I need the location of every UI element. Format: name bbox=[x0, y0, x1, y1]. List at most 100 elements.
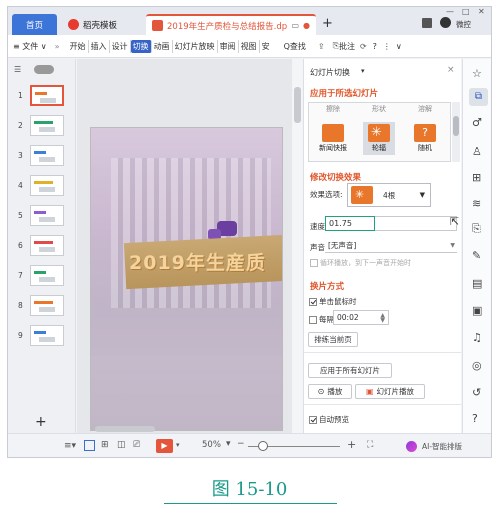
zoom-out-button[interactable]: − bbox=[237, 439, 245, 449]
more-options-icon[interactable]: ⋮ bbox=[383, 42, 391, 51]
help-button[interactable]: ? bbox=[373, 42, 377, 51]
rehearse-button[interactable]: 排练当前页 bbox=[308, 332, 358, 347]
effect-random[interactable]: ? 随机 bbox=[409, 124, 441, 153]
add-slide-button[interactable]: + bbox=[35, 414, 47, 430]
slide-thumbnail[interactable] bbox=[30, 145, 64, 166]
audio-icon[interactable]: ♫ bbox=[472, 331, 482, 344]
tab-home[interactable]: 首页 bbox=[12, 14, 57, 35]
thumbnail-view-icon[interactable] bbox=[34, 65, 54, 74]
design-icon[interactable]: ♙ bbox=[472, 145, 482, 158]
transition-icon[interactable]: ⧉ bbox=[469, 88, 488, 106]
menu-security[interactable]: 安 bbox=[260, 40, 272, 53]
sorter-view-icon[interactable]: ⊞ bbox=[101, 440, 109, 450]
slide-thumbnail[interactable] bbox=[30, 175, 64, 196]
gallery-scrollbar[interactable] bbox=[452, 102, 460, 162]
every-time-input[interactable]: 00:02 ▲ ▼ bbox=[333, 310, 389, 325]
effect-wipe-label[interactable]: 擦除 bbox=[317, 104, 349, 114]
effect-option-select[interactable]: ✳ 4根 ▼ bbox=[347, 183, 431, 207]
user-name[interactable]: 微控 bbox=[456, 19, 471, 30]
history-icon[interactable]: ↺ bbox=[472, 386, 481, 399]
ai-layout-button[interactable]: AI-智能排版 bbox=[422, 441, 462, 452]
menu-slideshow[interactable]: 幻灯片放映 bbox=[173, 39, 218, 53]
panel-close-icon[interactable]: × bbox=[447, 65, 455, 75]
autopreview-option[interactable]: 自动预览 bbox=[309, 414, 349, 425]
clipboard-icon[interactable]: ⎘ bbox=[472, 222, 481, 236]
image-icon[interactable]: ▣ bbox=[472, 304, 482, 317]
notes-view-icon[interactable]: ≡▾ bbox=[64, 441, 76, 451]
apply-all-button[interactable]: 应用于所有幻灯片 bbox=[308, 363, 392, 378]
sync-icon[interactable]: ⟳ bbox=[360, 42, 367, 51]
zoom-level[interactable]: 50% bbox=[202, 440, 221, 450]
menu-transition[interactable]: 切换 bbox=[130, 39, 152, 53]
speed-field-rest[interactable] bbox=[375, 216, 457, 231]
slide-thumbnail[interactable] bbox=[30, 85, 64, 106]
layout-icon[interactable] bbox=[422, 18, 432, 28]
file-menu[interactable]: ≡ 文件 ∨ bbox=[13, 41, 47, 52]
on-click-option[interactable]: 单击鼠标时 bbox=[309, 296, 357, 307]
speed-input[interactable]: 01.75 bbox=[325, 216, 375, 231]
menu-start[interactable]: 开始 bbox=[68, 39, 89, 53]
slide-thumbnail[interactable] bbox=[30, 235, 64, 256]
more-menu[interactable]: » bbox=[55, 42, 60, 51]
menu-animation[interactable]: 动画 bbox=[152, 39, 173, 53]
zoom-slider-handle[interactable] bbox=[258, 441, 268, 451]
every-checkbox[interactable] bbox=[309, 316, 317, 324]
reading-view-icon[interactable]: ◫ bbox=[117, 440, 126, 450]
horizontal-scrollbar[interactable] bbox=[95, 426, 155, 432]
animation-icon[interactable]: ♂ bbox=[472, 116, 482, 129]
edit-icon[interactable]: ✎ bbox=[472, 249, 481, 262]
slide-thumbnail-pane: ☰ 1 2 3 4 5 6 7 8 9 + bbox=[8, 59, 76, 433]
slide-thumbnail[interactable] bbox=[30, 265, 64, 286]
share-icon[interactable]: ⇪ bbox=[318, 42, 325, 51]
zoom-dropdown-icon[interactable]: ▾ bbox=[226, 439, 231, 449]
slide-thumbnail[interactable] bbox=[30, 295, 64, 316]
collapse-icon[interactable]: ∨ bbox=[396, 42, 402, 51]
slide-thumbnail[interactable] bbox=[30, 115, 64, 136]
scrollbar-thumb[interactable] bbox=[294, 87, 301, 123]
slide-thumbnail[interactable] bbox=[30, 325, 64, 346]
tab-template[interactable]: 稻壳模板 bbox=[62, 14, 144, 35]
on-click-checkbox[interactable] bbox=[309, 298, 317, 306]
table-icon[interactable]: ▤ bbox=[472, 277, 482, 290]
grid-icon[interactable]: ⊞ bbox=[472, 171, 481, 184]
annotate-label[interactable]: 批注 bbox=[339, 41, 355, 52]
vertical-scrollbar[interactable] bbox=[293, 59, 302, 433]
slideshow-button[interactable]: ▣ 幻灯片播放 bbox=[355, 384, 425, 399]
tab-document[interactable]: 2019年生产质检与总结报告.dps ▭ ● bbox=[146, 14, 316, 35]
close-button[interactable]: ✕ bbox=[478, 7, 485, 16]
autopreview-checkbox[interactable] bbox=[309, 416, 317, 424]
search-button[interactable]: Q查找 bbox=[284, 41, 306, 52]
zoom-in-button[interactable]: + bbox=[347, 438, 356, 451]
panel-menu-icon[interactable]: ▾ bbox=[361, 67, 365, 75]
help-icon[interactable]: ? bbox=[472, 412, 478, 425]
menu-view[interactable]: 视图 bbox=[239, 39, 260, 53]
menu-design[interactable]: 设计 bbox=[110, 39, 131, 53]
menu-insert[interactable]: 插入 bbox=[89, 39, 110, 53]
play-slideshow-icon[interactable]: ▶ bbox=[156, 439, 173, 453]
play-dropdown-icon[interactable]: ▾ bbox=[176, 441, 180, 449]
presenter-view-icon[interactable]: ⎚ bbox=[133, 440, 140, 450]
every-option[interactable]: 每隔 bbox=[309, 314, 334, 325]
minimize-button[interactable]: — bbox=[446, 7, 454, 16]
outline-view-icon[interactable]: ☰ bbox=[14, 65, 21, 74]
play-button[interactable]: ⊙ 播放 bbox=[308, 384, 352, 399]
star-icon[interactable]: ☆ bbox=[472, 67, 482, 80]
effect-shape-label[interactable]: 形状 bbox=[363, 104, 395, 114]
effect-wheel[interactable]: ✳ 轮辐 bbox=[363, 122, 395, 155]
maximize-button[interactable]: □ bbox=[462, 7, 470, 16]
new-tab-button[interactable]: + bbox=[322, 16, 333, 31]
effect-news-flash[interactable]: 新闻快报 bbox=[317, 124, 349, 153]
format-icon[interactable]: ≋ bbox=[472, 197, 481, 210]
normal-view-icon[interactable] bbox=[84, 440, 95, 451]
sound-select[interactable]: [无声音] ▼ bbox=[325, 238, 457, 253]
time-spinner-icon[interactable]: ▲ ▼ bbox=[380, 312, 385, 323]
fit-window-icon[interactable]: ⛶ bbox=[367, 440, 373, 450]
current-slide[interactable]: 2019年生産质 bbox=[90, 127, 283, 431]
gallery-scrollbar-thumb[interactable] bbox=[453, 116, 459, 136]
target-icon[interactable]: ◎ bbox=[472, 359, 482, 372]
slide-thumbnail[interactable] bbox=[30, 205, 64, 226]
effect-dissolve-label[interactable]: 溶解 bbox=[409, 104, 441, 114]
avatar[interactable] bbox=[440, 17, 451, 28]
slide-title[interactable]: 2019年生産质 bbox=[129, 248, 266, 275]
menu-review[interactable]: 审阅 bbox=[218, 39, 239, 53]
